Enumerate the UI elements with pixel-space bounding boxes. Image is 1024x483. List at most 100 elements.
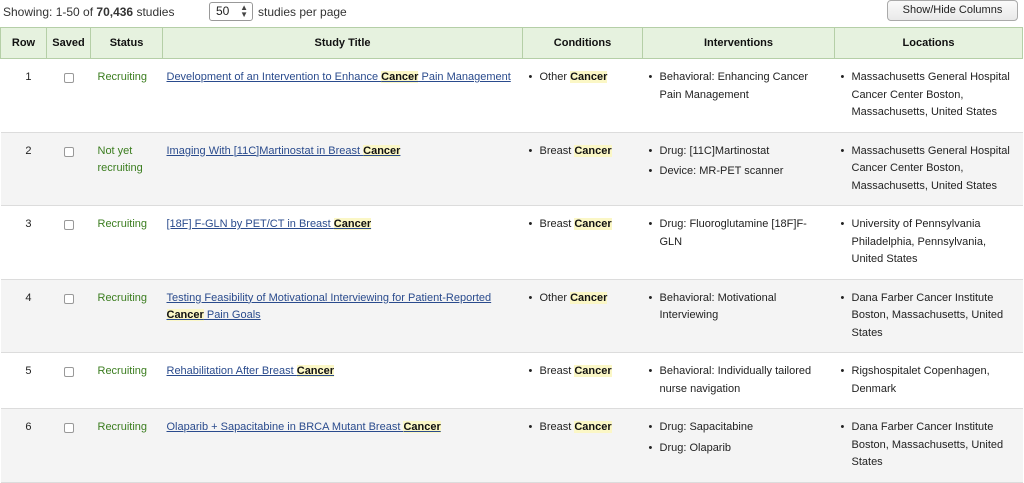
row-number: 4 (0, 279, 47, 353)
search-term-highlight: Cancer (296, 365, 335, 377)
col-header-interventions[interactable]: Interventions (642, 27, 835, 59)
table-row: 1 Recruiting Development of an Interventio… (0, 58, 1023, 133)
col-header-row[interactable]: Row (0, 27, 47, 59)
saved-checkbox[interactable] (63, 293, 74, 304)
conditions-cell: Breast Cancer (522, 352, 643, 409)
title-cell: Imaging With [11C]Martinostat in Breast … (162, 132, 523, 206)
saved-cell (46, 408, 91, 483)
interventions-cell: Behavioral: Individually tailored nurse … (642, 352, 835, 409)
status-cell: Recruiting (90, 58, 163, 133)
title-cell: Testing Feasibility of Motivational Inte… (162, 279, 523, 353)
show-hide-columns-button[interactable]: Show/Hide Columns (887, 0, 1018, 21)
search-term-highlight: Cancer (381, 71, 419, 83)
study-title-link[interactable]: Rehabilitation After Breast Cancer (167, 365, 335, 377)
row-number: 3 (0, 205, 47, 280)
status-cell: Recruiting (90, 408, 163, 483)
col-header-locations[interactable]: Locations (834, 27, 1023, 59)
saved-checkbox[interactable] (63, 146, 74, 157)
condition-text: Breast (539, 218, 575, 230)
locations-cell: Dana Farber Cancer Institute Boston, Mas… (834, 279, 1023, 353)
conditions-cell: Other Cancer (522, 279, 643, 353)
conditions-list: Other Cancer (524, 69, 635, 87)
interventions-list: Behavioral: Enhancing Cancer Pain Manage… (644, 69, 827, 104)
results-table: Row Saved Status Study Title Conditions Inter… (0, 27, 1023, 483)
conditions-list: Breast Cancer (524, 363, 635, 381)
intervention-item: Behavioral: Motivational Interviewing (644, 290, 827, 325)
study-title-link[interactable]: Imaging With [11C]Martinostat in Breast … (167, 144, 401, 157)
interventions-list: Behavioral: Motivational Interviewing (644, 290, 827, 325)
condition-item: Breast Cancer (524, 216, 635, 234)
title-text: Testing Feasibility of Motivational Inte… (166, 291, 492, 304)
col-header-status[interactable]: Status (90, 27, 163, 59)
locations-cell: University of Pennsylvania Philadelphia,… (834, 205, 1023, 280)
location-item: University of Pennsylvania Philadelphia,… (836, 216, 1015, 269)
title-text: Pain Management (418, 71, 511, 83)
intervention-item: Drug: Fluoroglutamine [18F]F-GLN (644, 216, 827, 251)
table-row: 2 Not yet recruiting Imaging With [11C]Mar… (0, 132, 1023, 206)
saved-checkbox[interactable] (63, 73, 74, 83)
locations-list: Dana Farber Cancer Institute Boston, Mas… (836, 290, 1015, 343)
search-term-highlight: Cancer (574, 421, 612, 433)
study-title-link[interactable]: [18F] F-GLN by PET/CT in Breast Cancer (167, 218, 372, 230)
table-row: 4 Recruiting Testing Feasibility of Motiva… (0, 279, 1023, 353)
interventions-cell: Drug: [11C]Martinostat Device: MR-PET sca… (642, 132, 835, 206)
status-cell: Recruiting (90, 352, 163, 409)
condition-text: Breast (539, 365, 575, 377)
study-title-link[interactable]: Development of an Intervention to Enhanc… (167, 71, 511, 83)
location-item: Massachusetts General Hospital Cancer Ce… (836, 69, 1015, 122)
locations-cell: Massachusetts General Hospital Cancer Ce… (834, 58, 1023, 133)
condition-text: Other (539, 291, 571, 304)
title-text: Rehabilitation After Breast (166, 365, 297, 377)
intervention-item: Drug: [11C]Martinostat (644, 143, 827, 161)
search-term-highlight: Cancer (574, 365, 612, 377)
location-item: Dana Farber Cancer Institute Boston, Mas… (836, 290, 1015, 343)
search-term-highlight: Cancer (363, 144, 401, 157)
locations-list: Massachusetts General Hospital Cancer Ce… (836, 143, 1015, 196)
search-term-highlight: Cancer (403, 421, 441, 433)
saved-checkbox[interactable] (63, 423, 74, 433)
study-title-link[interactable]: Testing Feasibility of Motivational Inte… (166, 291, 492, 321)
showing-suffix: studies (133, 5, 175, 19)
table-row: 5 Recruiting Rehabilitation After Breast C… (0, 352, 1023, 409)
conditions-list: Breast Cancer (524, 419, 635, 437)
title-text: Olaparib + Sapacitabine in BRCA Mutant B… (166, 421, 404, 433)
row-number: 2 (0, 132, 47, 206)
row-number: 1 (0, 58, 47, 133)
interventions-list: Drug: Fluoroglutamine [18F]F-GLN (644, 216, 827, 251)
study-title-link[interactable]: Olaparib + Sapacitabine in BRCA Mutant B… (167, 421, 441, 433)
saved-checkbox[interactable] (63, 220, 74, 230)
condition-text: Breast (539, 421, 575, 433)
search-term-highlight: Cancer (166, 309, 204, 321)
conditions-list: Other Cancer (524, 290, 635, 308)
saved-checkbox[interactable] (63, 367, 74, 377)
locations-list: Rigshospitalet Copenhagen, Denmark (836, 363, 1015, 398)
saved-cell (46, 132, 91, 206)
condition-text: Breast (539, 144, 575, 157)
saved-cell (46, 352, 91, 409)
interventions-cell: Drug: Sapacitabine Drug: Olaparib (642, 408, 835, 483)
conditions-list: Breast Cancer (524, 216, 635, 234)
title-text: Development of an Intervention to Enhanc… (166, 71, 382, 83)
interventions-list: Drug: Sapacitabine Drug: Olaparib (644, 419, 827, 457)
per-page-select[interactable]: 50 ▲ ▼ (209, 2, 253, 21)
conditions-list: Breast Cancer (524, 143, 635, 161)
interventions-list: Behavioral: Individually tailored nurse … (644, 363, 827, 398)
title-text: Pain Goals (203, 309, 261, 321)
col-header-title[interactable]: Study Title (162, 27, 523, 59)
search-term-highlight: Cancer (574, 218, 612, 230)
location-item: Dana Farber Cancer Institute Boston, Mas… (836, 419, 1015, 472)
title-cell: Development of an Intervention to Enhanc… (162, 58, 523, 133)
interventions-cell: Behavioral: Enhancing Cancer Pain Manage… (642, 58, 835, 133)
conditions-cell: Breast Cancer (522, 132, 643, 206)
condition-item: Other Cancer (524, 290, 635, 308)
col-header-saved[interactable]: Saved (46, 27, 91, 59)
conditions-cell: Other Cancer (522, 58, 643, 133)
interventions-cell: Drug: Fluoroglutamine [18F]F-GLN (642, 205, 835, 280)
col-header-conditions[interactable]: Conditions (522, 27, 643, 59)
row-number: 6 (0, 408, 47, 483)
status-cell: Recruiting (90, 205, 163, 280)
table-row: 3 Recruiting [18F] F-GLN by PET/CT in Brea… (0, 205, 1023, 280)
locations-cell: Rigshospitalet Copenhagen, Denmark (834, 352, 1023, 409)
table-header-row: Row Saved Status Study Title Conditions Inter… (0, 27, 1023, 59)
per-page-label: studies per page (258, 5, 347, 19)
